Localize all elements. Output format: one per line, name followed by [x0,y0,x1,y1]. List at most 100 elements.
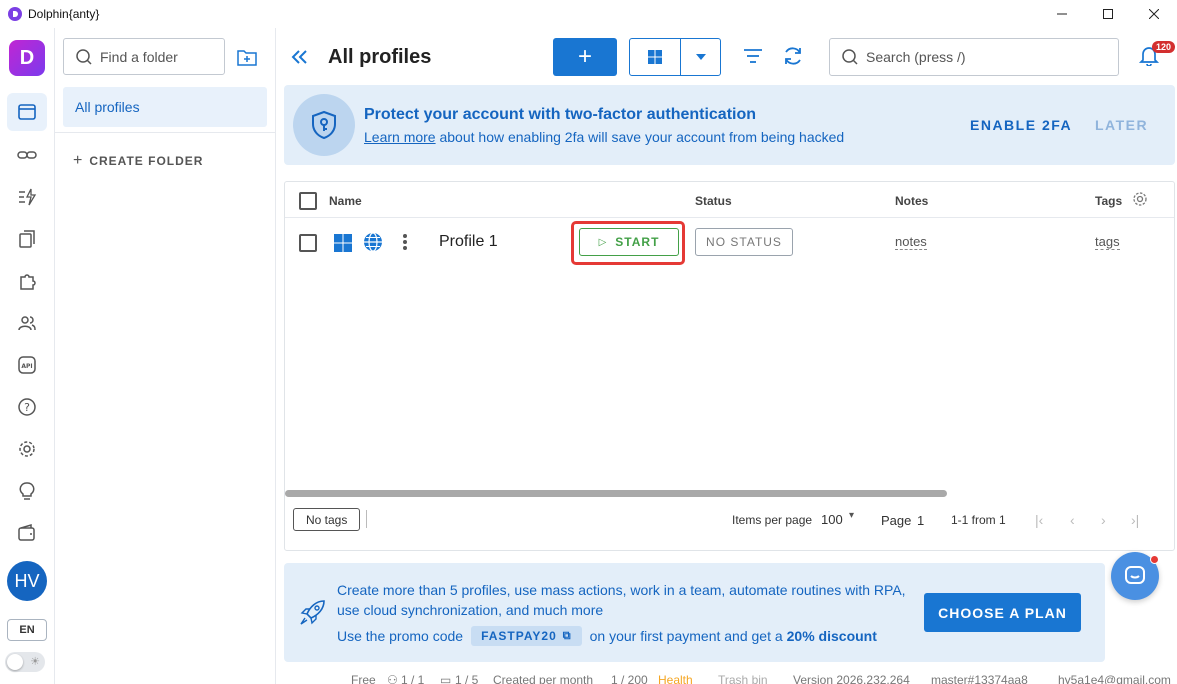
trash-link[interactable]: Trash bin [718,673,768,684]
table-settings-button[interactable] [1132,191,1150,209]
nav-api[interactable]: API [7,346,47,384]
profile-search-input[interactable] [866,49,1106,65]
column-tags[interactable]: Tags [1095,194,1122,208]
minimize-button[interactable] [1039,0,1085,28]
copy-icon[interactable]: ⧉ [563,630,572,643]
nav-wallet[interactable] [7,514,47,552]
nav-automation[interactable] [7,178,47,216]
nav-ideas[interactable] [7,472,47,510]
gear-icon [1133,192,1147,206]
nav-help[interactable]: ? [7,388,47,426]
first-page-icon[interactable]: |‹ [1035,512,1043,528]
divider [55,132,275,133]
chat-icon [1125,566,1145,584]
page-label: Page [881,513,912,528]
promo-suffix: on your first payment and get a [589,628,783,644]
divider [366,510,367,528]
refresh-icon [785,47,801,65]
items-per-page-label: Items per page [732,513,813,527]
filter-button[interactable] [742,45,766,69]
theme-toggle[interactable]: ☀ [5,652,45,672]
last-page-icon[interactable]: ›| [1131,512,1139,528]
flash-list-icon [19,188,37,206]
column-notes[interactable]: Notes [895,194,928,208]
page-title: All profiles [328,46,432,68]
caret-down-icon[interactable]: ▾ [849,510,854,521]
avatar[interactable]: HV [7,561,47,601]
bookmarks-icon [19,230,35,248]
banner-headline: Protect your account with two-factor aut… [364,106,757,123]
refresh-button[interactable] [782,45,806,69]
folder-all-profiles[interactable]: All profiles [63,87,267,127]
promo-line: Use the promo code FASTPAY20 ⧉ on your fi… [337,626,877,646]
select-all-checkbox[interactable] [299,192,317,210]
prev-page-icon[interactable]: ‹ [1070,512,1075,528]
folder-plus-icon [237,50,257,66]
users-count: 1 / 1 [401,673,425,684]
choose-plan-button[interactable]: CHOOSE A PLAN [924,593,1081,632]
windows-icon [648,50,662,64]
promo-discount: 20% discount [786,628,877,644]
learn-more-link[interactable]: Learn more [364,129,436,145]
nav-settings[interactable] [7,430,47,468]
tags-link[interactable]: tags [1095,235,1120,250]
folders-count: 1 / 5 [455,673,479,684]
next-page-icon[interactable]: › [1101,512,1106,528]
windows-os-button[interactable] [630,39,681,75]
status-button[interactable]: NO STATUS [695,228,793,256]
sun-icon: ☀ [30,656,40,668]
language-switch[interactable]: EN [7,619,47,641]
api-icon: API [18,356,36,374]
notifications-badge: 120 [1152,41,1176,53]
folders-panel: All profiles + CREATE FOLDER [55,28,276,684]
promo-code-chip[interactable]: FASTPAY20 ⧉ [471,626,582,646]
later-button[interactable]: LATER [1095,117,1148,133]
collapse-panel-button[interactable] [290,46,308,72]
main-area: All profiles + 120 Protect your account … [276,28,1177,684]
enable-2fa-button[interactable]: ENABLE 2FA [970,117,1072,133]
items-per-page-select[interactable]: 100 [821,512,843,527]
row-menu-button[interactable] [402,233,408,254]
nav-bookmarks[interactable] [7,220,47,258]
users-icon: ⚇ [387,673,398,684]
svg-text:?: ? [24,401,30,414]
add-profile-button[interactable]: + [553,38,617,76]
upgrade-text: Create more than 5 profiles, use mass ac… [337,582,906,618]
svg-text:API: API [21,363,32,370]
row-checkbox[interactable] [299,234,317,252]
create-folder-button[interactable]: + CREATE FOLDER [73,152,203,170]
notes-link[interactable]: notes [895,235,927,250]
no-tags-chip[interactable]: No tags [293,508,361,531]
table-header: Name Status Notes Tags [285,182,1174,218]
page-range: 1-1 from 1 [951,513,1006,527]
link-icon [17,151,37,159]
profiles-table: Name Status Notes Tags Profile 1 ▷ START… [284,181,1175,551]
nav-proxies[interactable] [7,136,47,174]
version: Version 2026.232.264 [793,673,910,684]
nav-profiles[interactable] [7,93,47,131]
search-icon [842,49,858,65]
kebab-icon [403,234,407,250]
folder-search-input[interactable] [100,48,210,65]
column-name[interactable]: Name [329,194,362,208]
brand-logo[interactable]: D [9,40,45,76]
start-profile-button[interactable]: ▷ START [579,228,679,256]
two-factor-banner: Protect your account with two-factor aut… [284,85,1175,165]
upgrade-banner: Create more than 5 profiles, use mass ac… [284,563,1105,662]
profile-name[interactable]: Profile 1 [439,233,498,251]
nav-team[interactable] [7,304,47,342]
nav-extensions[interactable] [7,262,47,300]
maximize-button[interactable] [1085,0,1131,28]
horizontal-scrollbar[interactable] [285,490,947,497]
column-status[interactable]: Status [695,194,732,208]
close-icon [1149,9,1159,19]
add-folder-button[interactable] [235,45,259,69]
search-icon [76,48,92,65]
created-count: 1 / 200 [611,673,648,684]
table-row: Profile 1 ▷ START NO STATUS notes tags [285,218,1174,266]
os-select[interactable] [629,38,721,76]
close-window-button[interactable] [1131,0,1177,28]
chat-unread-dot [1150,555,1159,564]
os-dropdown-button[interactable] [681,39,720,75]
health-link[interactable]: Health [658,673,693,684]
